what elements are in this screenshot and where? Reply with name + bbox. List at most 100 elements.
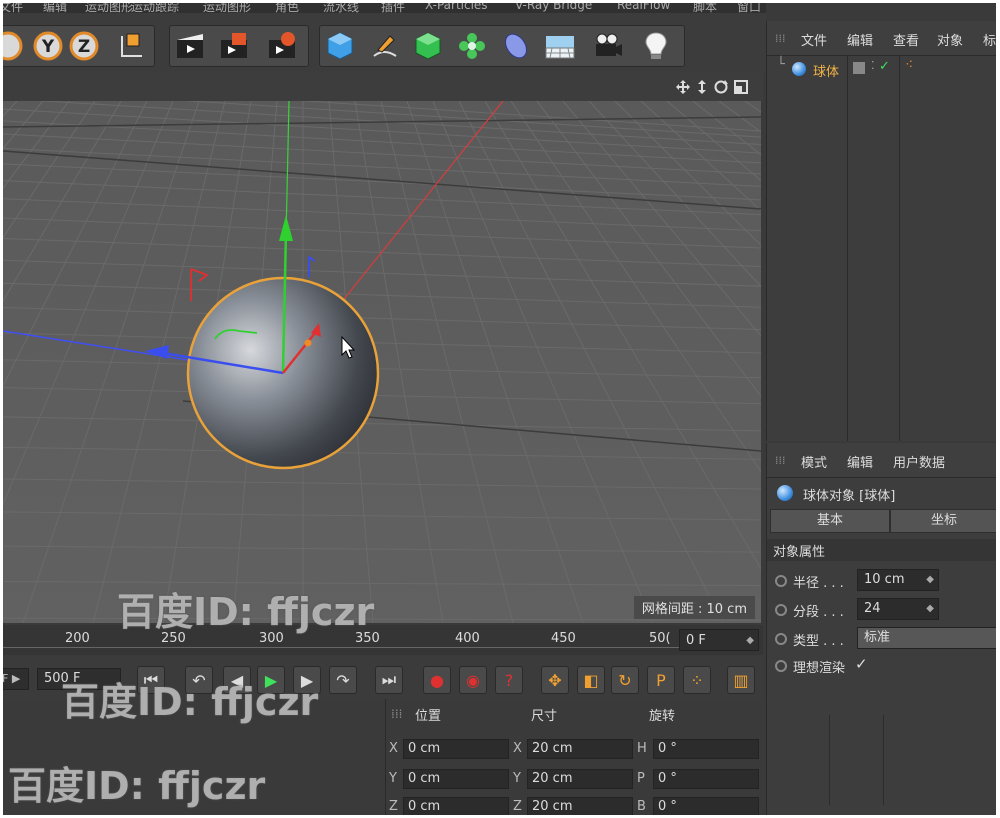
param-key-icon[interactable]: P (647, 666, 675, 694)
size-x-field[interactable]: 20 cm (527, 739, 633, 759)
menu-item[interactable]: RealFlow (617, 3, 670, 12)
animate-radio[interactable] (775, 660, 787, 672)
material-tag-icon[interactable]: ⁖ (905, 57, 913, 73)
current-frame-field[interactable]: 0 F ◆ (679, 629, 759, 651)
floor-icon[interactable] (544, 30, 576, 62)
type-dropdown[interactable]: 标准 (857, 627, 996, 649)
timeline-film-icon[interactable]: ▥ (727, 666, 755, 694)
menu-item[interactable]: 文件 (3, 3, 23, 13)
move-key-icon[interactable]: ✥ (541, 666, 569, 694)
enabled-check-icon[interactable]: ✓ (879, 59, 890, 74)
watermark: 百度ID: ffjczr (8, 764, 266, 808)
perfect-render-checkbox[interactable]: ✓ (855, 655, 868, 673)
spinner-icon[interactable]: ◆ (746, 630, 754, 652)
menu-item[interactable]: 编辑 (847, 452, 873, 471)
menu-item[interactable]: 模式 (801, 452, 827, 471)
rotate-view-icon[interactable] (713, 79, 729, 95)
menu-item[interactable]: X-Particles (425, 3, 488, 12)
menu-item[interactable]: 对象 (937, 30, 963, 49)
next-key-icon[interactable]: ↷ (329, 666, 357, 694)
min-frame-field[interactable]: F ▶ (3, 668, 29, 690)
cube-icon[interactable] (324, 30, 356, 62)
cloner-icon[interactable] (456, 30, 488, 62)
tab-coordinates[interactable]: 坐标 (890, 509, 996, 533)
subdivision-icon[interactable] (412, 30, 444, 62)
auto-key-icon[interactable]: ◉ (459, 666, 487, 694)
position-x-field[interactable]: 0 cm (403, 739, 509, 759)
animate-radio[interactable] (775, 604, 787, 616)
menu-item[interactable]: 运动图形 (203, 3, 251, 13)
y-axis-icon[interactable]: Y (32, 30, 64, 62)
position-z-field[interactable]: 0 cm (403, 797, 509, 815)
render-settings-icon[interactable] (266, 30, 298, 62)
z-axis-icon[interactable]: Z (68, 30, 100, 62)
size-header: 尺寸 (531, 709, 558, 724)
keyframe-help-icon[interactable]: ? (495, 666, 523, 694)
light-icon[interactable] (640, 30, 672, 62)
tab-basic[interactable]: 基本 (770, 509, 890, 533)
menu-item[interactable]: V-Ray Bridge (515, 3, 592, 12)
rotation-b-field[interactable]: 0 ° (653, 797, 759, 815)
grip-icon: ⁞⁞⁞ (775, 32, 786, 45)
object-row-sphere[interactable]: └ 球体 ⁚ ✓ ⁖ (767, 57, 996, 81)
size-z-field[interactable]: 20 cm (527, 797, 633, 815)
axis-label: X (389, 741, 398, 756)
radius-label: 半径 . . . (793, 576, 844, 591)
current-frame-value: 0 F (686, 633, 706, 648)
section-title: 对象属性 (773, 545, 826, 560)
object-title: 球体对象 [球体] (803, 489, 896, 504)
perfect-render-label: 理想渲染 (793, 661, 846, 676)
rotation-p-field[interactable]: 0 ° (653, 769, 759, 789)
menu-item[interactable]: 运动图形 (85, 3, 133, 13)
axis-label: Y (513, 771, 521, 786)
menu-item[interactable]: 流水线 (323, 3, 359, 13)
sphere-icon (777, 485, 793, 501)
goto-end-icon[interactable]: ⏭ (375, 666, 403, 694)
menu-item[interactable]: 文件 (801, 30, 827, 49)
menu-item[interactable]: 脚本 (693, 3, 717, 13)
menu-item[interactable]: 运动跟踪 (131, 3, 179, 13)
menu-item[interactable]: 角色 (275, 3, 299, 13)
render-view-icon[interactable] (174, 30, 206, 62)
menu-item[interactable]: 标 (983, 30, 996, 49)
viewport-header (3, 73, 763, 101)
maximize-view-icon[interactable] (733, 79, 749, 95)
point-level-icon[interactable]: ⁘ (683, 666, 711, 694)
segments-field[interactable]: 24 ◆ (857, 598, 939, 620)
axis-toolgroup: Y Z (3, 25, 155, 67)
axis-label: B (637, 799, 646, 814)
radius-field[interactable]: 10 cm ◆ (857, 569, 939, 591)
menu-item[interactable]: 编辑 (847, 30, 873, 49)
rotation-h-field[interactable]: 0 ° (653, 739, 759, 759)
animate-radio[interactable] (775, 575, 787, 587)
deformer-icon[interactable] (500, 30, 532, 62)
menu-item[interactable]: 窗口 (737, 3, 761, 13)
animate-radio[interactable] (775, 633, 787, 645)
pen-spline-icon[interactable] (368, 30, 400, 62)
y-axis-letter: Y (41, 37, 55, 57)
menu-item[interactable]: 用户数据 (893, 452, 945, 471)
record-key-icon[interactable]: ● (423, 666, 451, 694)
object-name[interactable]: 球体 (813, 61, 839, 80)
menu-item[interactable]: 编辑 (43, 3, 67, 13)
gizmo-center-icon[interactable] (304, 339, 312, 347)
coordinate-system-icon[interactable] (114, 30, 146, 62)
position-y-field[interactable]: 0 cm (403, 769, 509, 789)
zoom-view-icon[interactable] (695, 79, 709, 95)
x-axis-icon[interactable] (3, 30, 30, 62)
menu-item[interactable]: 查看 (893, 30, 919, 49)
scale-key-icon[interactable]: ◧ (577, 666, 605, 694)
layer-icon[interactable] (853, 62, 865, 74)
visibility-dots-icon[interactable]: ⁚ (871, 59, 875, 72)
menu-item[interactable]: 插件 (381, 3, 405, 13)
render-region-icon[interactable] (218, 30, 250, 62)
rotate-key-icon[interactable]: ↻ (611, 666, 639, 694)
grip-icon: ⁞⁞⁞ (391, 707, 403, 721)
camera-icon[interactable] (592, 30, 624, 62)
sphere-icon (792, 62, 806, 76)
move-view-icon[interactable] (675, 79, 691, 95)
3d-viewport[interactable]: 网格间距 : 10 cm (3, 101, 761, 623)
watermark: 百度ID: ffjczr (61, 680, 319, 724)
size-y-field[interactable]: 20 cm (527, 769, 633, 789)
type-label: 类型 . . . (793, 634, 844, 649)
